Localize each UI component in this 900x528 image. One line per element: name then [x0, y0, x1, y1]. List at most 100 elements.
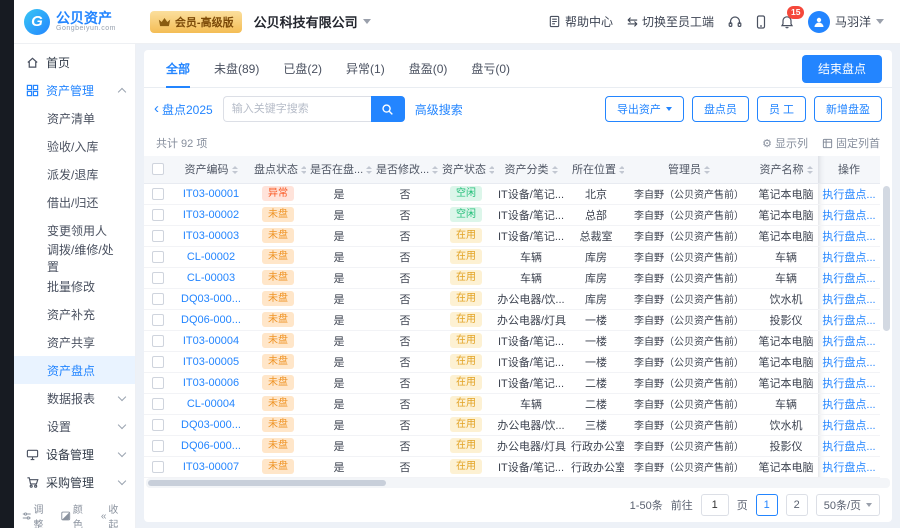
execute-inventory-link[interactable]: 执行盘点... [822, 441, 875, 453]
column-header-inventory-status[interactable]: 盘点状态 [250, 156, 306, 184]
table-row[interactable]: IT03-00005 未盘 是 否 在用 IT设备/笔记... 一楼 李自野（公… [144, 351, 880, 373]
color-button[interactable]: 颜色 [61, 501, 91, 528]
tab[interactable]: 已盘(2) [271, 50, 334, 87]
tab[interactable]: 全部 [154, 50, 202, 88]
asset-code-link[interactable]: IT03-00006 [183, 377, 239, 389]
asset-code-link[interactable]: IT03-00004 [183, 335, 239, 347]
adjust-button[interactable]: 调整 [22, 501, 52, 528]
tab[interactable]: 盘盈(0) [397, 50, 460, 87]
page-1-button[interactable]: 1 [755, 494, 778, 516]
asset-code-link[interactable]: DQ03-000... [181, 293, 241, 305]
execute-inventory-link[interactable]: 执行盘点... [822, 378, 875, 390]
sort-icon[interactable] [619, 166, 624, 175]
sort-icon[interactable] [366, 166, 372, 175]
execute-inventory-link[interactable]: 执行盘点... [822, 399, 875, 411]
row-checkbox[interactable] [152, 439, 164, 452]
table-row[interactable]: DQ06-000... 未盘 是 否 在用 办公电器/灯具 行政办公室 李自野（… [144, 435, 880, 457]
sidebar-subitem[interactable]: 批量修改 [14, 272, 135, 300]
sidebar-subitem[interactable]: 调拨/维修/处置 [14, 243, 135, 274]
row-checkbox[interactable] [152, 187, 164, 200]
sort-icon[interactable] [806, 166, 813, 175]
column-header-location[interactable]: 所在位置 [568, 156, 624, 184]
asset-code-link[interactable]: DQ03-000... [181, 419, 241, 431]
membership-badge[interactable]: 会员-高级版 [149, 10, 242, 33]
asset-code-link[interactable]: CL-00004 [187, 398, 235, 410]
sidebar-item-purchase-management[interactable]: 采购管理 [14, 468, 135, 496]
collapse-sidebar-button[interactable]: « 收起 [101, 501, 127, 528]
execute-inventory-link[interactable]: 执行盘点... [822, 189, 875, 201]
asset-code-link[interactable]: IT03-00005 [183, 356, 239, 368]
row-checkbox[interactable] [152, 208, 164, 221]
execute-inventory-link[interactable]: 执行盘点... [822, 231, 875, 243]
column-header-in-scope[interactable]: 是否在盘... [306, 156, 372, 184]
sidebar-subitem[interactable]: 验收/入库 [14, 132, 135, 160]
brand-logo[interactable]: G 公贝资产 Gongbeiyun.com [24, 8, 116, 35]
execute-inventory-link[interactable]: 执行盘点... [822, 315, 875, 327]
sort-icon[interactable] [551, 166, 558, 175]
horizontal-scrollbar-thumb[interactable] [148, 480, 386, 486]
vertical-scrollbar[interactable] [883, 186, 890, 474]
asset-code-link[interactable]: DQ06-000... [181, 314, 241, 326]
row-checkbox[interactable] [152, 292, 164, 305]
sidebar-subitem[interactable]: 借出/归还 [14, 188, 135, 216]
row-checkbox[interactable] [152, 376, 164, 389]
execute-inventory-link[interactable]: 执行盘点... [822, 336, 875, 348]
sidebar-item-device-management[interactable]: 设备管理 [14, 440, 135, 468]
table-row[interactable]: IT03-00001 异常 是 否 空闲 IT设备/笔记... 北京 李自野（公… [144, 183, 880, 205]
column-header-manager[interactable]: 管理员 [624, 156, 754, 184]
row-checkbox[interactable] [152, 355, 164, 368]
advanced-search-link[interactable]: 高级搜索 [415, 101, 463, 118]
sidebar-subitem[interactable]: 资产盘点 [14, 356, 135, 384]
column-header-modified[interactable]: 是否修改... [372, 156, 438, 184]
company-switcher[interactable]: 公贝科技有限公司 [254, 12, 371, 31]
execute-inventory-link[interactable]: 执行盘点... [822, 420, 875, 432]
fix-columns-button[interactable]: 固定列首 [822, 135, 880, 151]
sidebar-item-asset-management[interactable]: 资产管理 [14, 76, 135, 104]
tab[interactable]: 盘亏(0) [459, 50, 522, 87]
table-row[interactable]: IT03-00004 未盘 是 否 在用 IT设备/笔记... 一楼 李自野（公… [144, 330, 880, 352]
notification-bell-icon[interactable]: 15 [780, 5, 805, 29]
switch-employee-link[interactable]: ⇆ 切换至员工端 [627, 13, 714, 30]
headset-icon[interactable] [728, 15, 742, 28]
row-checkbox[interactable] [152, 397, 164, 410]
execute-inventory-link[interactable]: 执行盘点... [822, 210, 875, 222]
column-header-asset-code[interactable]: 资产编码 [172, 156, 250, 184]
sort-icon[interactable] [704, 166, 710, 175]
sort-icon[interactable] [489, 166, 494, 175]
help-center-link[interactable]: 帮助中心 [548, 13, 613, 30]
inventory-staff-button[interactable]: 盘点员 [691, 96, 749, 122]
table-row[interactable]: IT03-00002 未盘 是 否 空闲 IT设备/笔记... 总部 李自野（公… [144, 204, 880, 226]
sort-icon[interactable] [231, 166, 238, 175]
row-checkbox[interactable] [152, 418, 164, 431]
tab[interactable]: 未盘(89) [202, 50, 271, 87]
row-checkbox[interactable] [152, 460, 164, 473]
sidebar-subitem[interactable]: 资产共享 [14, 328, 135, 356]
mobile-icon[interactable] [756, 14, 766, 29]
sidebar-subitem[interactable]: 数据报表 [14, 384, 135, 412]
column-header-asset-status[interactable]: 资产状态 [438, 156, 494, 184]
table-row[interactable]: CL-00002 未盘 是 否 在用 车辆 库房 李自野（公贝资产售前） 车辆 [144, 246, 880, 268]
sidebar-subitem[interactable]: 变更领用人 [14, 216, 135, 244]
table-row[interactable]: CL-00003 未盘 是 否 在用 车辆 库房 李自野（公贝资产售前） 车辆 [144, 267, 880, 289]
sort-icon[interactable] [301, 166, 306, 175]
column-header-category[interactable]: 资产分类 [494, 156, 568, 184]
asset-code-link[interactable]: IT03-00001 [183, 188, 239, 200]
execute-inventory-link[interactable]: 执行盘点... [822, 273, 875, 285]
show-columns-button[interactable]: ⚙ 显示列 [762, 135, 808, 151]
table-row[interactable]: IT03-00003 未盘 是 否 在用 IT设备/笔记... 总裁室 李自野（… [144, 225, 880, 247]
sidebar-subitem[interactable]: 设置 [14, 412, 135, 440]
asset-code-link[interactable]: IT03-00007 [183, 461, 239, 473]
goto-page-input[interactable] [700, 494, 729, 516]
sort-icon[interactable] [432, 166, 438, 175]
table-row[interactable]: DQ03-000... 未盘 是 否 在用 办公电器/饮... 库房 李自野（公… [144, 288, 880, 310]
table-row[interactable]: IT03-00007 未盘 是 否 在用 IT设备/笔记... 行政办公室 李自… [144, 456, 880, 478]
sidebar-subitem[interactable]: 资产补充 [14, 300, 135, 328]
sidebar-subitem[interactable]: 派发/退库 [14, 160, 135, 188]
table-row[interactable]: DQ03-000... 未盘 是 否 在用 办公电器/饮... 三楼 李自野（公… [144, 414, 880, 436]
execute-inventory-link[interactable]: 执行盘点... [822, 294, 875, 306]
export-assets-button[interactable]: 导出资产 [604, 96, 684, 122]
row-checkbox[interactable] [152, 313, 164, 326]
search-button[interactable] [370, 96, 405, 122]
back-link[interactable]: ‹ 盘点2025 [154, 101, 213, 118]
page-2-button[interactable]: 2 [785, 494, 808, 516]
